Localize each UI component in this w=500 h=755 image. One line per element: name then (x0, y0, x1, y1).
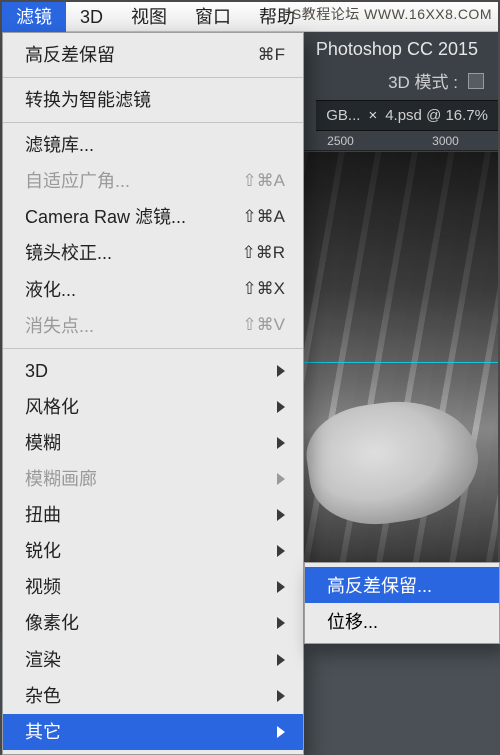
separator (3, 77, 303, 78)
menu-item-convert-smart-filter[interactable]: 转换为智能滤镜 (3, 82, 303, 118)
separator (3, 122, 303, 123)
submenu-arrow-icon (277, 401, 285, 413)
menu-item-label: 转换为智能滤镜 (25, 87, 151, 113)
submenu-arrow-icon (277, 581, 285, 593)
filter-menu-dropdown: 高反差保留 ⌘F 转换为智能滤镜 滤镜库... 自适应广角... ⇧⌘A Cam… (2, 32, 304, 755)
menu-item-camera-raw-filter[interactable]: Camera Raw 滤镜... ⇧⌘A (3, 199, 303, 235)
submenu-arrow-icon (277, 473, 285, 485)
ruler-tick: 2500 (327, 134, 354, 148)
menu-3d[interactable]: 3D (66, 2, 117, 32)
menu-item-filter-gallery[interactable]: 滤镜库... (3, 127, 303, 163)
menu-item-blur[interactable]: 模糊 (3, 425, 303, 461)
menu-item-label: 滤镜库... (25, 132, 94, 158)
menu-item-label: 模糊 (25, 430, 61, 456)
image-content (300, 391, 485, 533)
submenu-item-high-pass[interactable]: 高反差保留... (305, 567, 499, 603)
ruler-tick: 3000 (432, 134, 459, 148)
menu-item-3d[interactable]: 3D (3, 353, 303, 389)
menu-item-render[interactable]: 渲染 (3, 642, 303, 678)
document-tabs[interactable]: GB... × 4.psd @ 16.7% (316, 100, 498, 131)
other-submenu: 高反差保留... 位移... (304, 562, 500, 644)
app-title: Photoshop CC 2015 (316, 32, 478, 66)
3d-orbit-icon[interactable] (468, 73, 484, 89)
menu-item-label: 杂色 (25, 683, 61, 709)
menu-item-adaptive-wide-angle: 自适应广角... ⇧⌘A (3, 163, 303, 199)
menu-item-label: 渲染 (25, 647, 61, 673)
menu-item-lens-correction[interactable]: 镜头校正... ⇧⌘R (3, 235, 303, 271)
menu-item-high-pass-repeat[interactable]: 高反差保留 ⌘F (3, 37, 303, 73)
submenu-arrow-icon (277, 654, 285, 666)
shortcut-label: ⌘F (258, 43, 285, 68)
guide-line[interactable] (288, 362, 498, 363)
menu-item-label: Camera Raw 滤镜... (25, 204, 186, 230)
3d-mode-label: 3D 模式 : (388, 68, 458, 93)
submenu-arrow-icon (277, 617, 285, 629)
ruler: 2500 3000 (288, 132, 498, 151)
menu-item-label: 自适应广角... (25, 168, 130, 194)
menu-item-label: 模糊画廊 (25, 466, 97, 492)
menu-item-sharpen[interactable]: 锐化 (3, 533, 303, 569)
menu-window[interactable]: 窗口 (181, 2, 245, 32)
submenu-arrow-icon (277, 690, 285, 702)
submenu-arrow-icon (277, 545, 285, 557)
menu-view[interactable]: 视图 (117, 2, 181, 32)
menu-item-noise[interactable]: 杂色 (3, 678, 303, 714)
menu-item-other[interactable]: 其它 (3, 714, 303, 750)
menu-item-label: 其它 (25, 719, 61, 745)
menu-item-blur-gallery: 模糊画廊 (3, 461, 303, 497)
submenu-arrow-icon (277, 437, 285, 449)
menu-item-video[interactable]: 视频 (3, 569, 303, 605)
tab-label[interactable]: 4.psd @ 16.7% (385, 107, 488, 124)
options-bar: 3D 模式 : (388, 68, 484, 93)
menu-item-stylize[interactable]: 风格化 (3, 389, 303, 425)
tab-truncated: GB... (326, 107, 360, 124)
watermark-text: PS教程论坛 WWW.16XX8.COM (282, 4, 492, 24)
shortcut-label: ⇧⌘V (242, 313, 285, 338)
shortcut-label: ⇧⌘R (241, 241, 285, 266)
menu-item-label: 高反差保留... (327, 576, 432, 596)
menu-item-label: 位移... (327, 612, 378, 632)
shortcut-label: ⇧⌘A (242, 205, 285, 230)
menu-item-label: 风格化 (25, 394, 79, 420)
menu-item-label: 锐化 (25, 538, 61, 564)
menu-item-distort[interactable]: 扭曲 (3, 497, 303, 533)
menu-item-label: 消失点... (25, 313, 94, 339)
menu-filter[interactable]: 滤镜 (2, 2, 66, 32)
menu-item-label: 3D (25, 358, 48, 384)
submenu-item-offset[interactable]: 位移... (305, 603, 499, 639)
menu-item-label: 高反差保留 (25, 42, 115, 68)
menu-item-vanishing-point: 消失点... ⇧⌘V (3, 308, 303, 344)
menu-item-label: 液化... (25, 277, 76, 303)
submenu-arrow-icon (277, 509, 285, 521)
menu-item-label: 扭曲 (25, 502, 61, 528)
separator (3, 348, 303, 349)
submenu-arrow-icon (277, 365, 285, 377)
menu-item-label: 镜头校正... (25, 240, 112, 266)
shortcut-label: ⇧⌘X (242, 277, 285, 302)
menu-item-pixelate[interactable]: 像素化 (3, 605, 303, 641)
menu-item-label: 视频 (25, 574, 61, 600)
close-icon[interactable]: × (368, 107, 377, 124)
submenu-arrow-icon (277, 726, 285, 738)
canvas-image[interactable] (288, 152, 498, 612)
shortcut-label: ⇧⌘A (242, 169, 285, 194)
menu-item-liquify[interactable]: 液化... ⇧⌘X (3, 272, 303, 308)
